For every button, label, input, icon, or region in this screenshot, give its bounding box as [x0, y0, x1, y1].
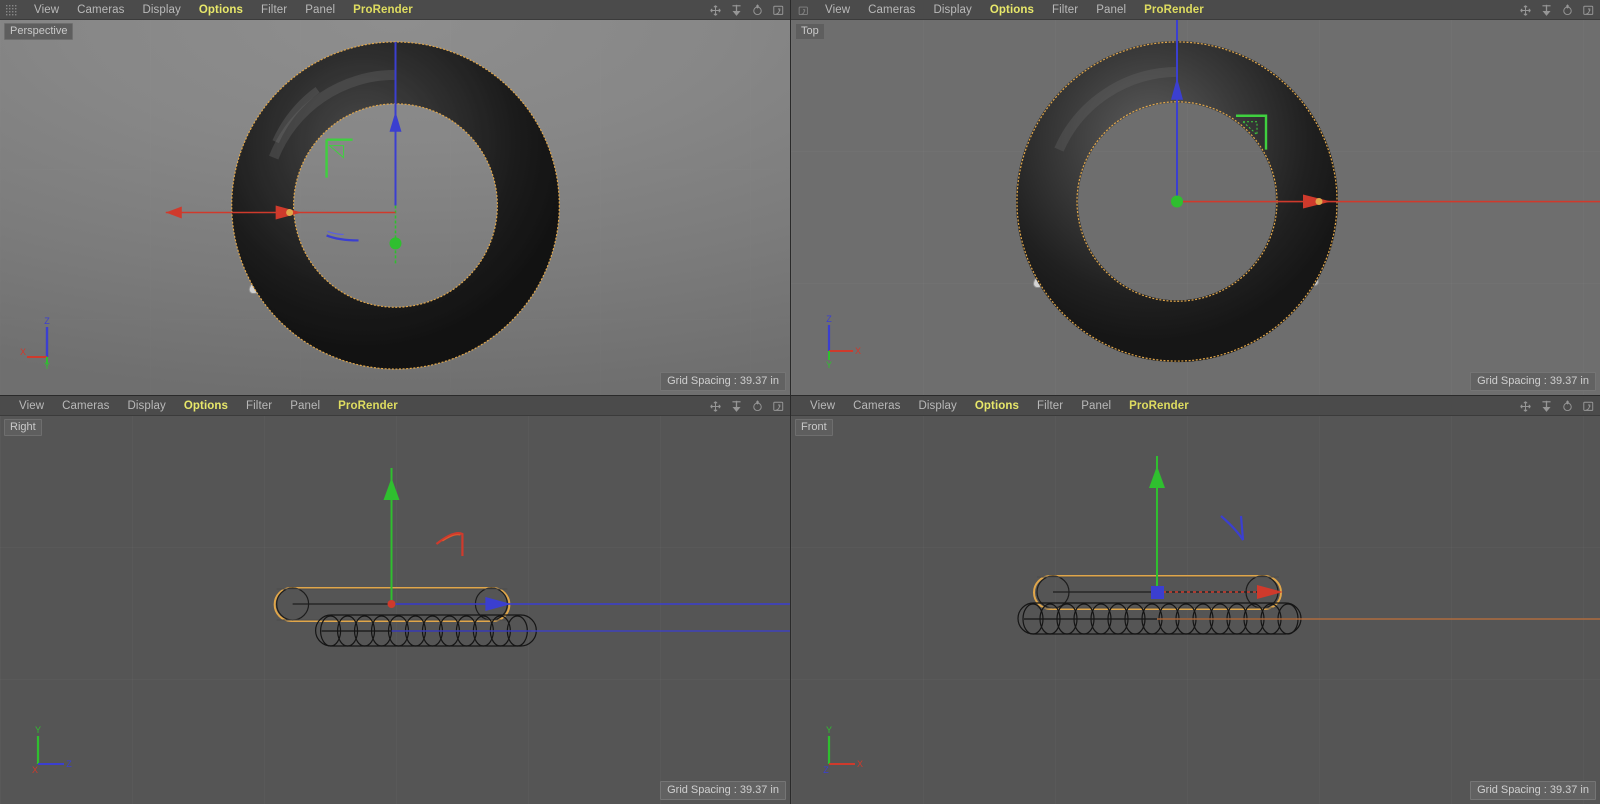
maximize-icon[interactable] [1582, 4, 1595, 17]
viewport-perspective[interactable]: View Cameras Display Options Filter Pane… [0, 0, 791, 396]
svg-text:Z: Z [66, 759, 72, 769]
rotate-icon[interactable] [1561, 4, 1574, 17]
perspective-scene [0, 20, 790, 395]
svg-text:Z: Z [823, 765, 829, 775]
menu-item-prorender[interactable]: ProRender [329, 396, 407, 416]
menu-item-cameras[interactable]: Cameras [859, 0, 924, 20]
viewport-label-top: Top [795, 23, 825, 40]
menu-item-filter[interactable]: Filter [1028, 396, 1072, 416]
zoom-icon[interactable] [730, 400, 743, 413]
menu-item-display[interactable]: Display [924, 0, 980, 20]
axis-compass-front: Y X Z [809, 720, 867, 778]
menu-item-prorender[interactable]: ProRender [1135, 0, 1213, 20]
svg-text:X: X [32, 765, 38, 775]
viewport-menubar-right[interactable]: View Cameras Display Options Filter Pane… [0, 396, 790, 416]
viewport-body-right[interactable]: Right Y Z X Grid Spacing : 39.37 in [0, 416, 790, 804]
menu-item-prorender[interactable]: ProRender [1120, 396, 1198, 416]
viewport-label-front: Front [795, 419, 833, 436]
viewport-body-front[interactable]: Front Y X Z Grid Spacing : 39.37 in [791, 416, 1600, 804]
menu-item-view[interactable]: View [10, 396, 53, 416]
pan-icon[interactable] [1519, 4, 1532, 17]
viewport-tool-icons [1519, 396, 1595, 416]
menu-item-display[interactable]: Display [133, 0, 189, 20]
menu-item-filter[interactable]: Filter [252, 0, 296, 20]
viewport-tool-icons [709, 0, 785, 20]
grid-dots-icon[interactable] [6, 4, 19, 16]
menu-item-filter[interactable]: Filter [1043, 0, 1087, 20]
viewport-body-top[interactable]: Top Z X Y Grid Spacing : 39.37 in [791, 20, 1600, 395]
right-scene [0, 416, 790, 804]
menu-item-display[interactable]: Display [118, 396, 174, 416]
svg-text:Y: Y [826, 725, 832, 735]
menu-item-panel[interactable]: Panel [281, 396, 329, 416]
svg-text:X: X [20, 347, 26, 357]
viewport-tool-icons [1519, 0, 1595, 20]
viewport-tool-icons [709, 396, 785, 416]
menu-item-options[interactable]: Options [981, 0, 1043, 20]
grid-spacing-front: Grid Spacing : 39.37 in [1470, 781, 1596, 800]
menu-item-options[interactable]: Options [175, 396, 237, 416]
zoom-icon[interactable] [1540, 400, 1553, 413]
grid-spacing-top: Grid Spacing : 39.37 in [1470, 372, 1596, 391]
menu-item-filter[interactable]: Filter [237, 396, 281, 416]
move-axis-gizmo [1149, 456, 1600, 619]
rotate-icon[interactable] [751, 4, 764, 17]
menu-item-cameras[interactable]: Cameras [844, 396, 909, 416]
svg-text:Y: Y [35, 725, 41, 735]
pan-icon[interactable] [1519, 400, 1532, 413]
maximize-icon[interactable] [772, 4, 785, 17]
svg-text:Z: Z [826, 314, 832, 324]
menu-item-view[interactable]: View [816, 0, 859, 20]
axis-compass-right: Y Z X [18, 720, 76, 778]
viewport-front[interactable]: View Cameras Display Options Filter Pane… [791, 396, 1600, 804]
menu-item-options[interactable]: Options [966, 396, 1028, 416]
viewport-label-right: Right [4, 419, 42, 436]
svg-text:Y: Y [826, 360, 832, 369]
viewport-menubar-front[interactable]: View Cameras Display Options Filter Pane… [791, 396, 1600, 416]
axis-compass-perspective: Z X Y [18, 311, 76, 369]
pan-icon[interactable] [709, 4, 722, 17]
menu-item-view[interactable]: View [801, 396, 844, 416]
grid-dots-icon[interactable] [797, 4, 810, 16]
menu-item-panel[interactable]: Panel [1087, 0, 1135, 20]
viewport-label-perspective: Perspective [4, 23, 73, 40]
zoom-icon[interactable] [1540, 4, 1553, 17]
grid-spacing-perspective: Grid Spacing : 39.37 in [660, 372, 786, 391]
grid-spacing-right: Grid Spacing : 39.37 in [660, 781, 786, 800]
move-axis-gizmo [384, 468, 790, 631]
menu-item-panel[interactable]: Panel [296, 0, 344, 20]
pan-icon[interactable] [709, 400, 722, 413]
menu-item-options[interactable]: Options [190, 0, 252, 20]
axis-compass-top: Z X Y [809, 311, 867, 369]
rotate-icon[interactable] [751, 400, 764, 413]
quad-viewport-layout: View Cameras Display Options Filter Pane… [0, 0, 1600, 804]
viewport-menubar-top[interactable]: View Cameras Display Options Filter Pane… [791, 0, 1600, 20]
svg-text:X: X [857, 759, 863, 769]
zoom-icon[interactable] [730, 4, 743, 17]
maximize-icon[interactable] [1582, 400, 1595, 413]
svg-text:X: X [855, 346, 861, 356]
rotate-icon[interactable] [1561, 400, 1574, 413]
menu-item-view[interactable]: View [25, 0, 68, 20]
menu-item-cameras[interactable]: Cameras [53, 396, 118, 416]
front-scene [791, 416, 1600, 804]
viewport-body-perspective[interactable]: Perspective Z X Y Grid Spacing : 39.37 i… [0, 20, 790, 395]
svg-text:Z: Z [44, 316, 50, 326]
viewport-menubar-perspective[interactable]: View Cameras Display Options Filter Pane… [0, 0, 790, 20]
svg-text:Y: Y [44, 361, 50, 369]
menu-item-cameras[interactable]: Cameras [68, 0, 133, 20]
menu-item-prorender[interactable]: ProRender [344, 0, 422, 20]
maximize-icon[interactable] [772, 400, 785, 413]
viewport-right[interactable]: View Cameras Display Options Filter Pane… [0, 396, 791, 804]
menu-item-display[interactable]: Display [909, 396, 965, 416]
menu-item-panel[interactable]: Panel [1072, 396, 1120, 416]
top-scene [791, 20, 1600, 395]
viewport-top[interactable]: View Cameras Display Options Filter Pane… [791, 0, 1600, 396]
